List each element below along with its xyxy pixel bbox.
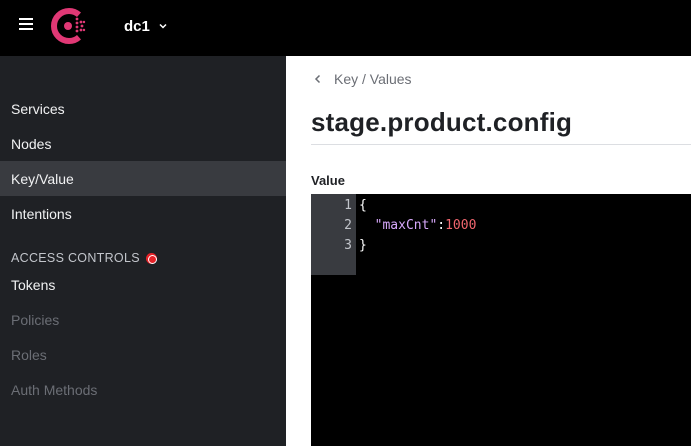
line-number: 3 — [344, 238, 352, 253]
code-editor[interactable]: 1 2 3 { "maxCnt":1000 } — [311, 194, 691, 446]
line-number: 1 — [344, 198, 352, 213]
datacenter-label: dc1 — [124, 17, 150, 35]
code-line: "maxCnt":1000 — [359, 218, 477, 233]
code-line: { — [359, 198, 367, 213]
line-gutter: 1 2 3 — [311, 194, 356, 275]
chevron-left-icon — [314, 74, 321, 84]
chevron-down-icon — [159, 23, 167, 29]
line-number: 2 — [344, 218, 352, 233]
divider — [311, 144, 691, 145]
consul-logo-icon[interactable] — [51, 7, 87, 45]
section-title: ACCESS CONTROLS — [11, 251, 140, 265]
json-number: 1000 — [445, 218, 477, 233]
sidebar-item-roles: Roles — [0, 337, 286, 372]
sidebar-item-auth-methods: Auth Methods — [0, 372, 286, 407]
json-key: "maxCnt" — [374, 218, 438, 233]
datacenter-dropdown[interactable]: dc1 — [124, 16, 168, 36]
sidebar-item-intentions[interactable]: Intentions — [0, 196, 286, 231]
breadcrumb[interactable]: Key / Values — [314, 71, 412, 87]
sidebar-item-label: Key/Value — [11, 170, 74, 187]
json-separator: : — [437, 218, 446, 233]
sidebar: Services Nodes Key/Value Intentions ACCE… — [0, 56, 286, 446]
sidebar-item-label: Intentions — [11, 205, 72, 222]
sidebar-item-services[interactable]: Services — [0, 91, 286, 126]
code-text: { — [359, 198, 367, 213]
sidebar-item-key-value[interactable]: Key/Value — [0, 161, 286, 196]
sidebar-item-label: Auth Methods — [11, 381, 98, 398]
sidebar-item-label: Roles — [11, 346, 47, 363]
page-title: stage.product.config — [311, 107, 573, 137]
top-bar: dc1 — [0, 0, 691, 56]
main-content: Key / Values stage.product.config Value … — [286, 56, 691, 446]
sidebar-item-nodes[interactable]: Nodes — [0, 126, 286, 161]
menu-icon[interactable] — [19, 18, 33, 30]
sidebar-item-label: Services — [11, 100, 65, 117]
sidebar-item-label: Tokens — [11, 276, 56, 293]
disabled-status-icon — [145, 252, 157, 264]
value-label: Value — [311, 173, 345, 188]
access-controls-header: ACCESS CONTROLS — [11, 251, 157, 265]
sidebar-item-policies: Policies — [0, 302, 286, 337]
code-line: } — [359, 238, 367, 253]
sidebar-item-label: Policies — [11, 311, 60, 328]
sidebar-item-label: Nodes — [11, 135, 52, 152]
sidebar-item-tokens[interactable]: Tokens — [0, 267, 286, 302]
breadcrumb-link[interactable]: Key / Values — [334, 71, 412, 87]
code-text: } — [359, 238, 367, 253]
